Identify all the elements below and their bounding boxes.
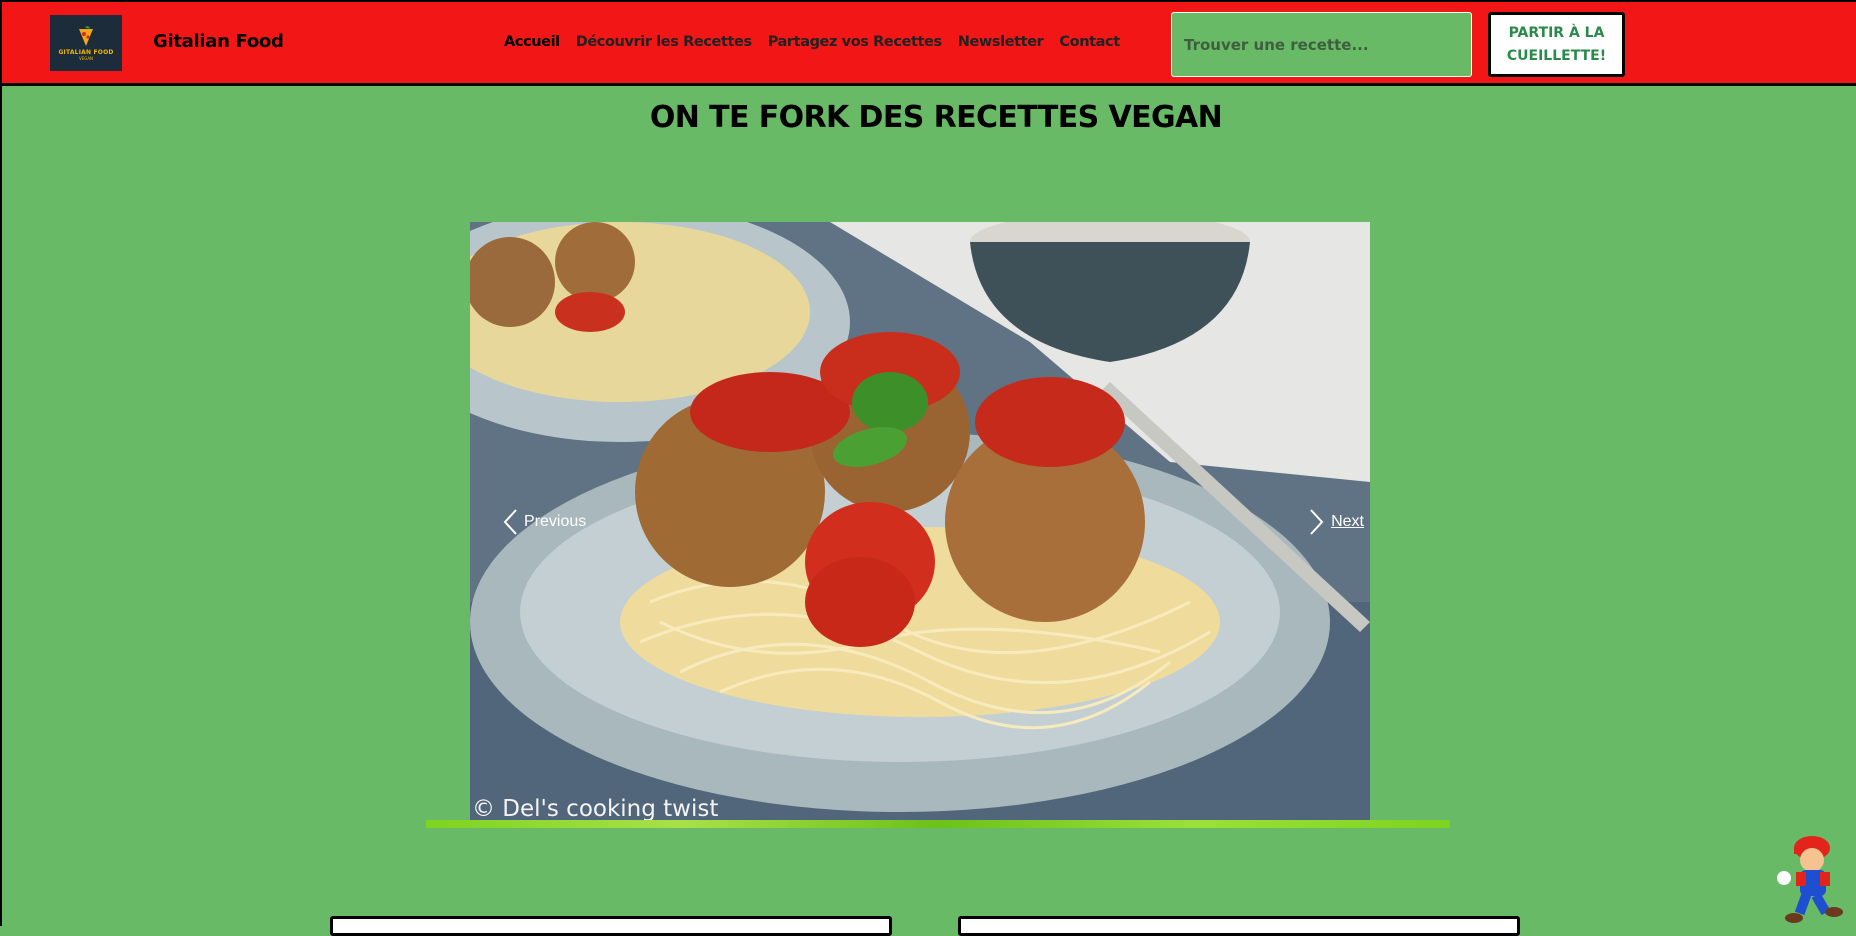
carousel-prev-label: Previous	[524, 513, 587, 530]
carousel-prev-button[interactable]: Previous	[502, 508, 586, 536]
mario-mascot-icon	[1777, 836, 1843, 923]
pizza-logo-icon	[79, 25, 93, 46]
logo-subtext: VEGAN	[78, 55, 94, 61]
nav-newsletter[interactable]: Newsletter	[958, 34, 1044, 50]
search-input[interactable]	[1171, 12, 1472, 77]
nav-links: Accueil Découvrir les Recettes Partagez …	[504, 34, 1136, 50]
photo-credit: © Del's cooking twist	[472, 796, 719, 822]
recipe-card[interactable]	[330, 916, 892, 936]
recipe-carousel: Previous Next © Del's cooking twist	[470, 222, 1370, 822]
nav-contact[interactable]: Contact	[1059, 34, 1120, 50]
chevron-left-icon	[503, 509, 517, 535]
logo-text: GITALIAN FOOD	[58, 48, 114, 56]
navbar: GITALIAN FOOD VEGAN Gitalian Food Accuei…	[2, 0, 1856, 86]
nav-decouvrir-recettes[interactable]: Découvrir les Recettes	[576, 34, 752, 50]
carousel-next-button[interactable]: Next	[1309, 508, 1364, 536]
carousel-next-label: Next	[1331, 513, 1364, 530]
site-logo[interactable]: GITALIAN FOOD VEGAN	[50, 15, 122, 71]
cueillette-button[interactable]: Partir à la cueillette!	[1488, 12, 1625, 77]
brand-name[interactable]: Gitalian Food	[153, 31, 284, 52]
carousel-slide-image	[470, 222, 1370, 822]
chevron-right-icon	[1310, 509, 1324, 535]
recipe-card[interactable]	[958, 916, 1520, 936]
nav-partagez-recettes[interactable]: Partagez vos Recettes	[768, 34, 942, 50]
grass-divider	[426, 820, 1450, 828]
page-title: ON TE FORK DES RECETTES VEGAN	[649, 100, 1223, 135]
nav-accueil[interactable]: Accueil	[504, 34, 560, 50]
